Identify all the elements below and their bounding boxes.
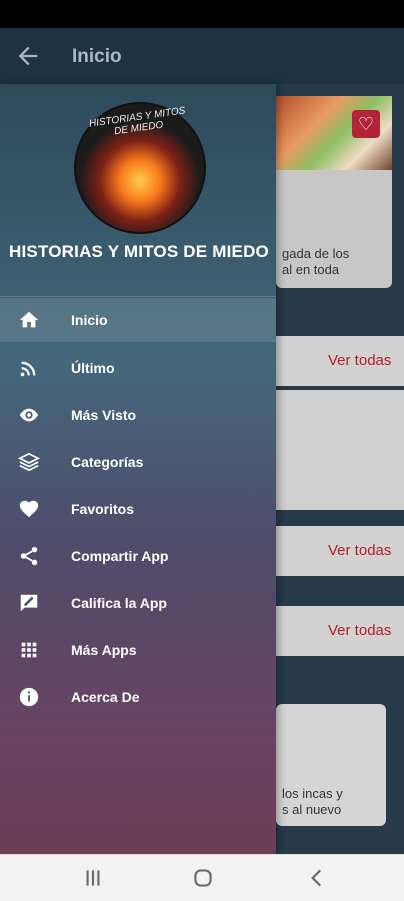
menu-item-label: Último [71,360,115,376]
recent-apps-icon[interactable] [80,865,106,891]
menu-item-label: Más Visto [71,407,137,423]
system-navigation-bar [0,854,404,901]
system-back-icon[interactable] [304,865,330,891]
section-body-1 [276,390,404,510]
story-card[interactable]: los incas y s al nuevo [276,704,386,826]
menu-item-compartir-app[interactable]: Compartir App [0,534,276,578]
drawer-divider [0,296,276,297]
menu-item-categorias[interactable]: Categorías [0,440,276,484]
featured-card[interactable]: gada de los al en toda [276,170,392,288]
menu-item-label: Inicio [71,312,108,328]
menu-item-mas-apps[interactable]: Más Apps [0,628,276,672]
heart-icon [18,498,40,520]
menu-item-label: Califica la App [71,595,167,611]
menu-item-label: Más Apps [71,642,137,658]
menu-item-inicio[interactable]: Inicio [0,298,276,342]
favorite-heart-icon[interactable]: ♡ [352,110,380,138]
back-arrow-icon[interactable] [14,42,42,70]
section-header-1: Ver todas [276,336,404,386]
ver-todas-link-3[interactable]: Ver todas [328,622,391,639]
share-icon [18,545,40,567]
eye-icon [18,404,40,426]
menu-item-label: Favoritos [71,501,135,517]
rate-icon [18,592,40,614]
menu-item-ultimo[interactable]: Último [0,346,276,390]
featured-snippet-line2: al en toda [282,262,340,277]
story-snippet-line2: s al nuevo [282,802,342,817]
menu-item-acerca-de[interactable]: Acerca De [0,675,276,719]
app-bar: Inicio [0,28,404,84]
menu-item-label: Compartir App [71,548,169,564]
ver-todas-link-1[interactable]: Ver todas [328,352,391,369]
info-icon [18,686,40,708]
layers-icon [17,451,41,473]
app-name: HISTORIAS Y MITOS DE MIEDO [9,242,269,261]
home-icon [18,309,40,331]
ver-todas-link-2[interactable]: Ver todas [328,542,391,559]
menu-item-label: Categorías [71,454,144,470]
featured-image[interactable]: ♡ [276,96,392,170]
story-snippet-line1: los incas y [282,786,343,801]
grid-icon [18,639,40,661]
menu-item-label: Acerca De [71,689,140,705]
page-title: Inicio [72,46,122,67]
rss-icon [18,357,40,379]
menu-item-favoritos[interactable]: Favoritos [0,487,276,531]
menu-item-califica[interactable]: Califica la App [0,581,276,625]
menu-item-mas-visto[interactable]: Más Visto [0,393,276,437]
navigation-drawer: HISTORIAS Y MITOS DE MIEDO HISTORIAS Y M… [0,84,276,854]
featured-snippet-line1: gada de los [282,246,350,261]
section-header-2: Ver todas [276,526,404,576]
status-bar [0,0,404,28]
section-header-3: Ver todas [276,606,404,656]
home-button-icon[interactable] [190,865,216,891]
